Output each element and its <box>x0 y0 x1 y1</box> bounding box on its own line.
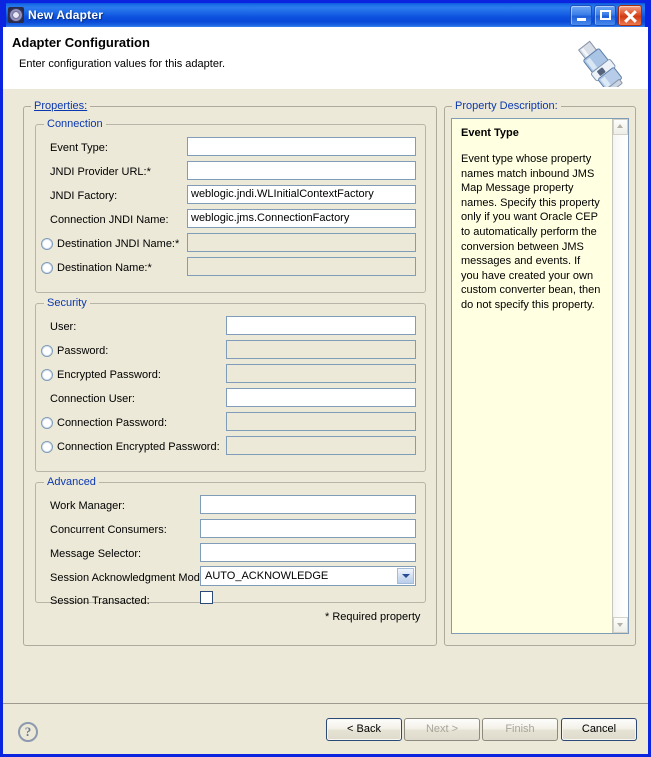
user-input[interactable] <box>226 316 416 335</box>
close-button[interactable] <box>618 5 642 26</box>
property-description-legend: Property Description: <box>452 100 561 112</box>
back-button-label: < Back <box>347 723 381 735</box>
properties-group: Properties: Connection Event Type: JNDI … <box>23 100 437 646</box>
security-group: Security User: Password: Encrypted Passw… <box>35 297 426 472</box>
next-button-label: Next > <box>425 723 459 735</box>
destination-jndi-name-input[interactable] <box>187 233 416 252</box>
adapter-plug-icon <box>578 40 623 87</box>
property-description-box: Event Type Event type whose property nam… <box>451 118 629 634</box>
gear-icon <box>8 7 24 23</box>
session-transacted-label: Session Transacted: <box>50 595 150 607</box>
message-selector-label: Message Selector: <box>50 548 142 560</box>
concurrent-consumers-input[interactable] <box>200 519 416 538</box>
property-description-scrollbar[interactable] <box>612 119 628 633</box>
cancel-button[interactable]: Cancel <box>561 718 637 741</box>
next-button[interactable]: Next > <box>404 718 480 741</box>
jndi-factory-label: JNDI Factory: <box>50 190 118 202</box>
chevron-down-icon[interactable] <box>397 568 414 584</box>
connection-jndi-name-label: Connection JNDI Name: <box>50 214 169 226</box>
session-ack-mode-label: Session Acknowledgment Mode: <box>50 572 209 584</box>
encrypted-password-radio[interactable] <box>41 369 53 381</box>
title-bar[interactable]: New Adapter <box>3 0 648 27</box>
help-question-icon[interactable]: ? <box>18 722 38 742</box>
security-legend: Security <box>44 297 90 309</box>
advanced-legend: Advanced <box>44 476 99 488</box>
jndi-factory-input[interactable]: weblogic.jndi.WLInitialContextFactory <box>187 185 416 204</box>
session-transacted-checkbox[interactable] <box>200 591 213 604</box>
scroll-up-icon[interactable] <box>613 119 628 135</box>
maximize-icon <box>600 10 611 20</box>
properties-legend: Properties: <box>31 100 91 112</box>
dialog-footer: ? < Back Next > Finish Cancel <box>3 703 648 754</box>
connection-encrypted-password-input[interactable] <box>226 436 416 455</box>
connection-password-input[interactable] <box>226 412 416 431</box>
destination-name-label: Destination Name:* <box>57 262 152 274</box>
destination-name-radio[interactable] <box>41 262 53 274</box>
property-description-heading: Event Type <box>461 127 519 139</box>
connection-legend: Connection <box>44 118 106 130</box>
session-ack-mode-value: AUTO_ACKNOWLEDGE <box>205 570 329 582</box>
session-ack-mode-select[interactable]: AUTO_ACKNOWLEDGE <box>200 566 416 586</box>
finish-button[interactable]: Finish <box>482 718 558 741</box>
cancel-button-label: Cancel <box>581 723 617 735</box>
encrypted-password-label: Encrypted Password: <box>57 369 161 381</box>
encrypted-password-input[interactable] <box>226 364 416 383</box>
maximize-button[interactable] <box>594 5 616 26</box>
window-title: New Adapter <box>28 8 104 22</box>
work-manager-label: Work Manager: <box>50 500 125 512</box>
page-subtitle: Enter configuration values for this adap… <box>19 58 226 70</box>
page-title: Adapter Configuration <box>12 35 150 50</box>
wizard-header: Adapter Configuration Enter configuratio… <box>3 27 648 90</box>
connection-encrypted-password-label: Connection Encrypted Password: <box>57 441 220 453</box>
connection-user-input[interactable] <box>226 388 416 407</box>
connection-user-label: Connection User: <box>50 393 135 405</box>
minimize-icon <box>577 18 586 21</box>
event-type-label: Event Type: <box>50 142 108 154</box>
required-property-note: * Required property <box>325 611 421 623</box>
property-description-text: Event type whose property names match in… <box>461 153 601 311</box>
advanced-group: Advanced Work Manager: Concurrent Consum… <box>35 476 426 607</box>
jndi-provider-url-label: JNDI Provider URL:* <box>50 166 151 178</box>
window-controls <box>570 5 642 26</box>
user-label: User: <box>50 321 77 333</box>
scroll-down-icon[interactable] <box>613 617 628 633</box>
connection-encrypted-password-radio[interactable] <box>41 441 53 453</box>
back-button[interactable]: < Back <box>326 718 402 741</box>
property-description-group: Property Description: Event Type Event t… <box>444 100 636 646</box>
password-input[interactable] <box>226 340 416 359</box>
connection-password-radio[interactable] <box>41 417 53 429</box>
destination-name-input[interactable] <box>187 257 416 276</box>
destination-jndi-name-label: Destination JNDI Name:* <box>57 238 180 250</box>
connection-password-label: Connection Password: <box>57 417 168 429</box>
connection-jndi-name-input[interactable]: weblogic.jms.ConnectionFactory <box>187 209 416 228</box>
event-type-input[interactable] <box>187 137 416 156</box>
new-adapter-dialog: New Adapter Adapter Configuration Enter … <box>0 0 651 757</box>
concurrent-consumers-label: Concurrent Consumers: <box>50 524 167 536</box>
connection-group: Connection Event Type: JNDI Provider URL… <box>35 118 426 293</box>
dialog-body: Properties: Connection Event Type: JNDI … <box>3 89 648 707</box>
work-manager-input[interactable] <box>200 495 416 514</box>
destination-jndi-name-radio[interactable] <box>41 238 53 250</box>
message-selector-input[interactable] <box>200 543 416 562</box>
finish-button-label: Finish <box>505 723 535 735</box>
minimize-button[interactable] <box>570 5 592 26</box>
password-radio[interactable] <box>41 345 53 357</box>
password-label: Password: <box>57 345 109 357</box>
jndi-provider-url-input[interactable] <box>187 161 416 180</box>
